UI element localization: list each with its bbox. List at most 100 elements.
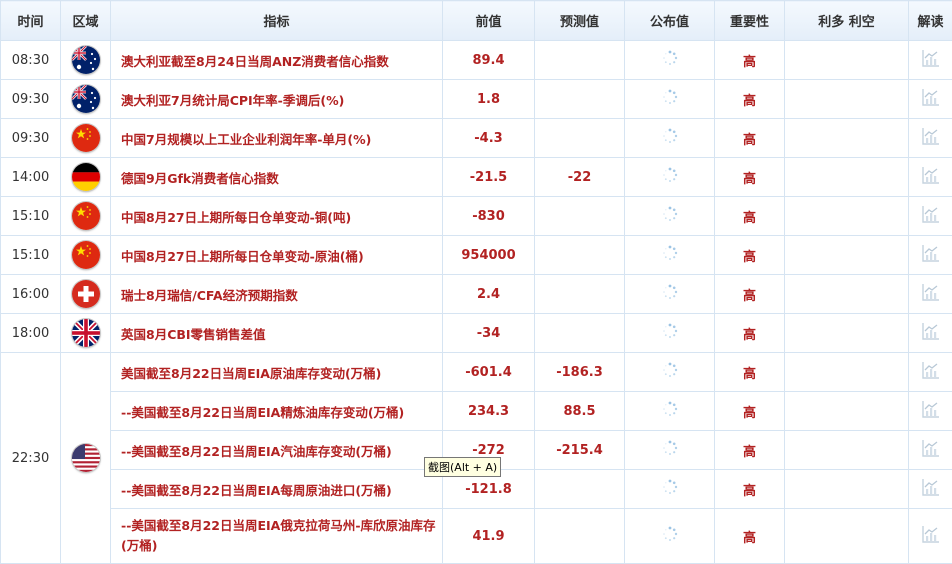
chart-icon[interactable]: [921, 477, 941, 501]
impact-cell: [785, 119, 909, 158]
table-row: 15:10 中国8月27日上期所每日仓单变动-原油(桶)954000 高: [1, 236, 952, 275]
interpret-cell[interactable]: [909, 197, 952, 236]
impact-cell: [785, 314, 909, 353]
table-row: 14:00 德国9月Gfk消费者信心指数-21.5-22 高: [1, 158, 952, 197]
interpret-cell[interactable]: [909, 41, 952, 80]
indicator-link[interactable]: 瑞士8月瑞信/CFA经济预期指数: [111, 275, 443, 314]
actual-cell: [625, 197, 715, 236]
indicator-link[interactable]: 美国截至8月22日当周EIA原油库存变动(万桶): [111, 353, 443, 392]
impact-cell: [785, 275, 909, 314]
time-cell: 18:00: [1, 314, 61, 353]
forecast-value: [535, 509, 625, 564]
indicator-link[interactable]: 中国7月规模以上工业企业利润年率-单月(%): [111, 119, 443, 158]
region-cell: [61, 236, 111, 275]
previous-value: 234.3: [443, 392, 535, 431]
loading-spinner-icon: [662, 401, 678, 421]
loading-spinner-icon: [662, 245, 678, 265]
chart-icon[interactable]: [921, 204, 941, 228]
time-cell: 08:30: [1, 41, 61, 80]
australia-flag: [72, 85, 100, 113]
table-row: 09:30 澳大利亚7月统计局CPI年率-季调后(%)1.8 高: [1, 80, 952, 119]
interpret-cell[interactable]: [909, 470, 952, 509]
china-flag: [72, 124, 100, 152]
germany-flag: [72, 163, 100, 191]
chart-icon[interactable]: [921, 360, 941, 384]
header-forecast: 预测值: [535, 1, 625, 41]
interpret-cell[interactable]: [909, 353, 952, 392]
chart-icon[interactable]: [921, 243, 941, 267]
actual-cell: [625, 275, 715, 314]
indicator-link[interactable]: --美国截至8月22日当周EIA精炼油库存变动(万桶): [111, 392, 443, 431]
forecast-value: -22: [535, 158, 625, 197]
actual-cell: [625, 392, 715, 431]
chart-icon[interactable]: [921, 399, 941, 423]
importance-value: 高: [715, 392, 785, 431]
impact-cell: [785, 158, 909, 197]
switzerland-flag: [72, 280, 100, 308]
forecast-value: -186.3: [535, 353, 625, 392]
table-row: 15:10 中国8月27日上期所每日仓单变动-铜(吨)-830 高: [1, 197, 952, 236]
indicator-link[interactable]: 中国8月27日上期所每日仓单变动-铜(吨): [111, 197, 443, 236]
region-cell: [61, 353, 111, 564]
importance-value: 高: [715, 314, 785, 353]
previous-value: 89.4: [443, 41, 535, 80]
indicator-link[interactable]: 澳大利亚7月统计局CPI年率-季调后(%): [111, 80, 443, 119]
importance-value: 高: [715, 509, 785, 564]
table-header-row: 时间 区域 指标 前值 预测值 公布值 重要性 利多 利空 解读: [1, 1, 952, 41]
interpret-cell[interactable]: [909, 275, 952, 314]
loading-spinner-icon: [662, 89, 678, 109]
chart-icon[interactable]: [921, 438, 941, 462]
impact-cell: [785, 470, 909, 509]
indicator-link[interactable]: 德国9月Gfk消费者信心指数: [111, 158, 443, 197]
loading-spinner-icon: [662, 128, 678, 148]
chart-icon[interactable]: [921, 321, 941, 345]
actual-cell: [625, 509, 715, 564]
impact-cell: [785, 509, 909, 564]
interpret-cell[interactable]: [909, 80, 952, 119]
interpret-cell[interactable]: [909, 314, 952, 353]
indicator-link[interactable]: --美国截至8月22日当周EIA汽油库存变动(万桶): [111, 431, 443, 470]
interpret-cell[interactable]: [909, 431, 952, 470]
chart-icon[interactable]: [921, 48, 941, 72]
indicator-link[interactable]: 澳大利亚截至8月24日当周ANZ消费者信心指数: [111, 41, 443, 80]
loading-spinner-icon: [662, 167, 678, 187]
loading-spinner-icon: [662, 479, 678, 499]
indicator-link[interactable]: 中国8月27日上期所每日仓单变动-原油(桶): [111, 236, 443, 275]
region-cell: [61, 314, 111, 353]
interpret-cell[interactable]: [909, 119, 952, 158]
importance-value: 高: [715, 119, 785, 158]
importance-value: 高: [715, 470, 785, 509]
loading-spinner-icon: [662, 284, 678, 304]
forecast-value: [535, 236, 625, 275]
time-cell: 22:30: [1, 353, 61, 564]
impact-cell: [785, 353, 909, 392]
chart-icon[interactable]: [921, 282, 941, 306]
actual-cell: [625, 158, 715, 197]
interpret-cell[interactable]: [909, 236, 952, 275]
indicator-link[interactable]: --美国截至8月22日当周EIA每周原油进口(万桶): [111, 470, 443, 509]
interpret-cell[interactable]: [909, 392, 952, 431]
loading-spinner-icon: [662, 206, 678, 226]
actual-cell: [625, 119, 715, 158]
actual-cell: [625, 353, 715, 392]
interpret-cell[interactable]: [909, 158, 952, 197]
chart-icon[interactable]: [921, 87, 941, 111]
china-flag: [72, 241, 100, 269]
time-cell: 16:00: [1, 275, 61, 314]
forecast-value: 88.5: [535, 392, 625, 431]
loading-spinner-icon: [662, 50, 678, 70]
loading-spinner-icon: [662, 362, 678, 382]
time-cell: 14:00: [1, 158, 61, 197]
interpret-cell[interactable]: [909, 509, 952, 564]
importance-value: 高: [715, 431, 785, 470]
indicator-link[interactable]: 英国8月CBI零售销售差值: [111, 314, 443, 353]
chart-icon[interactable]: [921, 165, 941, 189]
importance-value: 高: [715, 353, 785, 392]
chart-icon[interactable]: [921, 126, 941, 150]
chart-icon[interactable]: [921, 524, 941, 548]
indicator-link[interactable]: --美国截至8月22日当周EIA俄克拉荷马州-库欣原油库存(万桶): [111, 509, 443, 564]
impact-cell: [785, 41, 909, 80]
time-cell: 09:30: [1, 80, 61, 119]
impact-cell: [785, 197, 909, 236]
actual-cell: [625, 431, 715, 470]
